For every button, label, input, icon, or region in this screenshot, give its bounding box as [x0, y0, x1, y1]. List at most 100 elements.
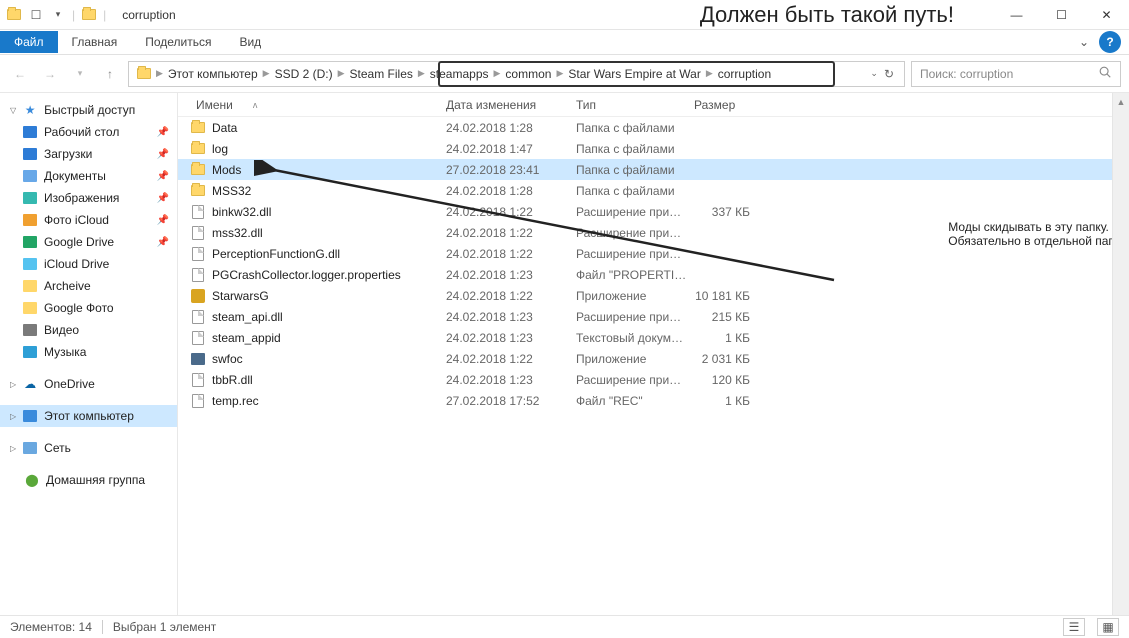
tab-file[interactable]: Файл	[0, 31, 58, 53]
scroll-up-icon[interactable]: ▲	[1113, 93, 1129, 110]
file-type: Текстовый докум…	[576, 331, 694, 345]
file-date: 24.02.2018 1:22	[446, 205, 576, 219]
file-icon	[188, 185, 208, 196]
breadcrumb-seg[interactable]: SSD 2 (D:)	[271, 63, 337, 85]
file-icon	[188, 268, 208, 282]
file-date: 27.02.2018 23:41	[446, 163, 576, 177]
ribbon-collapse-icon[interactable]: ⌄	[1069, 35, 1099, 49]
sidebar-homegroup[interactable]: ⬤ Домашняя группа	[0, 469, 177, 491]
sidebar-item[interactable]: Изображения📌	[0, 187, 177, 209]
file-row[interactable]: PGCrashCollector.logger.properties24.02.…	[178, 264, 1129, 285]
file-row[interactable]: steam_appid24.02.2018 1:23Текстовый доку…	[178, 327, 1129, 348]
address-dropdown-icon[interactable]: ⌄	[870, 68, 878, 79]
sidebar-item-label: Google Фото	[44, 301, 114, 315]
minimize-button[interactable]: —	[994, 0, 1039, 30]
sidebar-item[interactable]: Фото iCloud📌	[0, 209, 177, 231]
breadcrumb-seg[interactable]: Этот компьютер	[164, 63, 262, 85]
sidebar-item[interactable]: iCloud Drive	[0, 253, 177, 275]
file-date: 24.02.2018 1:28	[446, 184, 576, 198]
breadcrumb-seg[interactable]: corruption	[714, 63, 775, 85]
breadcrumb-root-icon[interactable]	[133, 63, 155, 85]
breadcrumb-seg[interactable]: Star Wars Empire at War	[564, 63, 704, 85]
status-count: Элементов: 14	[10, 620, 92, 634]
nav-forward-button[interactable]: →	[38, 62, 62, 86]
folder-icon	[22, 278, 38, 294]
sidebar-item[interactable]: Видео	[0, 319, 177, 341]
sidebar-item[interactable]: Archeive	[0, 275, 177, 297]
pin-icon: 📌	[157, 193, 169, 204]
file-row[interactable]: tbbR.dll24.02.2018 1:23Расширение при…12…	[178, 369, 1129, 390]
qat-chevron-icon[interactable]: ▾	[50, 7, 66, 23]
sidebar-item-label: Google Drive	[44, 235, 114, 249]
help-icon[interactable]: ?	[1099, 31, 1121, 53]
file-row[interactable]: Mods27.02.2018 23:41Папка с файлами	[178, 159, 1129, 180]
quick-access-toolbar: ☐ ▾ | |	[0, 7, 112, 23]
column-headers[interactable]: Имениʌ Дата изменения Тип Размер	[178, 93, 1129, 117]
view-icons-button[interactable]: ▦	[1097, 618, 1119, 636]
refresh-icon[interactable]: ↻	[884, 67, 894, 81]
qat-properties-icon[interactable]: ☐	[28, 7, 44, 23]
file-size: 1 КБ	[694, 331, 764, 345]
file-row[interactable]: StarwarsG24.02.2018 1:22Приложение10 181…	[178, 285, 1129, 306]
sidebar-item[interactable]: Музыка	[0, 341, 177, 363]
file-icon	[188, 205, 208, 219]
sort-asc-icon: ʌ	[253, 100, 258, 110]
breadcrumb-seg[interactable]: common	[501, 63, 555, 85]
breadcrumb-seg[interactable]: Steam Files	[346, 63, 417, 85]
file-name: binkw32.dll	[208, 205, 446, 219]
breadcrumb-seg[interactable]: steamapps	[426, 63, 493, 85]
file-size: 2 031 КБ	[694, 352, 764, 366]
sidebar-item-label: Музыка	[44, 345, 86, 359]
file-type: Файл "REC"	[576, 394, 694, 408]
pin-icon: 📌	[157, 149, 169, 160]
file-name: MSS32	[208, 184, 446, 198]
file-size: 215 КБ	[694, 310, 764, 324]
tab-home[interactable]: Главная	[58, 31, 132, 53]
tab-view[interactable]: Вид	[225, 31, 275, 53]
tab-share[interactable]: Поделиться	[131, 31, 225, 53]
file-name: steam_appid	[208, 331, 446, 345]
sidebar-item[interactable]: Google Фото	[0, 297, 177, 319]
sidebar-item[interactable]: Документы📌	[0, 165, 177, 187]
sidebar-quick-access[interactable]: ▽ ★ Быстрый доступ	[0, 99, 177, 121]
file-row[interactable]: steam_api.dll24.02.2018 1:23Расширение п…	[178, 306, 1129, 327]
search-box[interactable]: Поиск: corruption	[911, 61, 1121, 87]
sidebar-network[interactable]: ▷ Сеть	[0, 437, 177, 459]
folder-icon	[22, 234, 38, 250]
sidebar-item[interactable]: Загрузки📌	[0, 143, 177, 165]
sidebar-onedrive[interactable]: ▷ ☁ OneDrive	[0, 373, 177, 395]
file-row[interactable]: swfoc24.02.2018 1:22Приложение2 031 КБ	[178, 348, 1129, 369]
file-type: Расширение при…	[576, 226, 694, 240]
file-row[interactable]: log24.02.2018 1:47Папка с файлами	[178, 138, 1129, 159]
nav-recent-button[interactable]: ▾	[68, 62, 92, 86]
search-placeholder: Поиск: corruption	[920, 67, 1098, 81]
sidebar-item[interactable]: Рабочий стол📌	[0, 121, 177, 143]
sidebar-this-pc[interactable]: ▷ Этот компьютер	[0, 405, 177, 427]
file-name: mss32.dll	[208, 226, 446, 240]
nav-up-button[interactable]: ↑	[98, 62, 122, 86]
scrollbar[interactable]: ▲	[1112, 93, 1129, 615]
file-row[interactable]: temp.rec27.02.2018 17:52Файл "REC"1 КБ	[178, 390, 1129, 411]
file-name: StarwarsG	[208, 289, 446, 303]
file-row[interactable]: MSS3224.02.2018 1:28Папка с файлами	[178, 180, 1129, 201]
sidebar: ▽ ★ Быстрый доступ Рабочий стол📌Загрузки…	[0, 93, 178, 615]
file-name: swfoc	[208, 352, 446, 366]
address-bar[interactable]: ▶ Этот компьютер▶ SSD 2 (D:)▶ Steam File…	[128, 61, 905, 87]
folder-icon	[22, 124, 38, 140]
file-type: Расширение при…	[576, 310, 694, 324]
file-date: 24.02.2018 1:23	[446, 268, 576, 282]
view-details-button[interactable]: ☰	[1063, 618, 1085, 636]
close-button[interactable]: ✕	[1084, 0, 1129, 30]
nav-back-button[interactable]: ←	[8, 62, 32, 86]
maximize-button[interactable]: ☐	[1039, 0, 1084, 30]
file-type: Расширение при…	[576, 247, 694, 261]
monitor-icon	[22, 408, 38, 424]
sidebar-item-label: Фото iCloud	[44, 213, 109, 227]
file-date: 24.02.2018 1:28	[446, 121, 576, 135]
file-row[interactable]: Data24.02.2018 1:28Папка с файлами	[178, 117, 1129, 138]
window-title: corruption	[112, 8, 185, 22]
file-name: PGCrashCollector.logger.properties	[208, 268, 446, 282]
file-name: tbbR.dll	[208, 373, 446, 387]
sidebar-item[interactable]: Google Drive📌	[0, 231, 177, 253]
file-type: Расширение при…	[576, 205, 694, 219]
